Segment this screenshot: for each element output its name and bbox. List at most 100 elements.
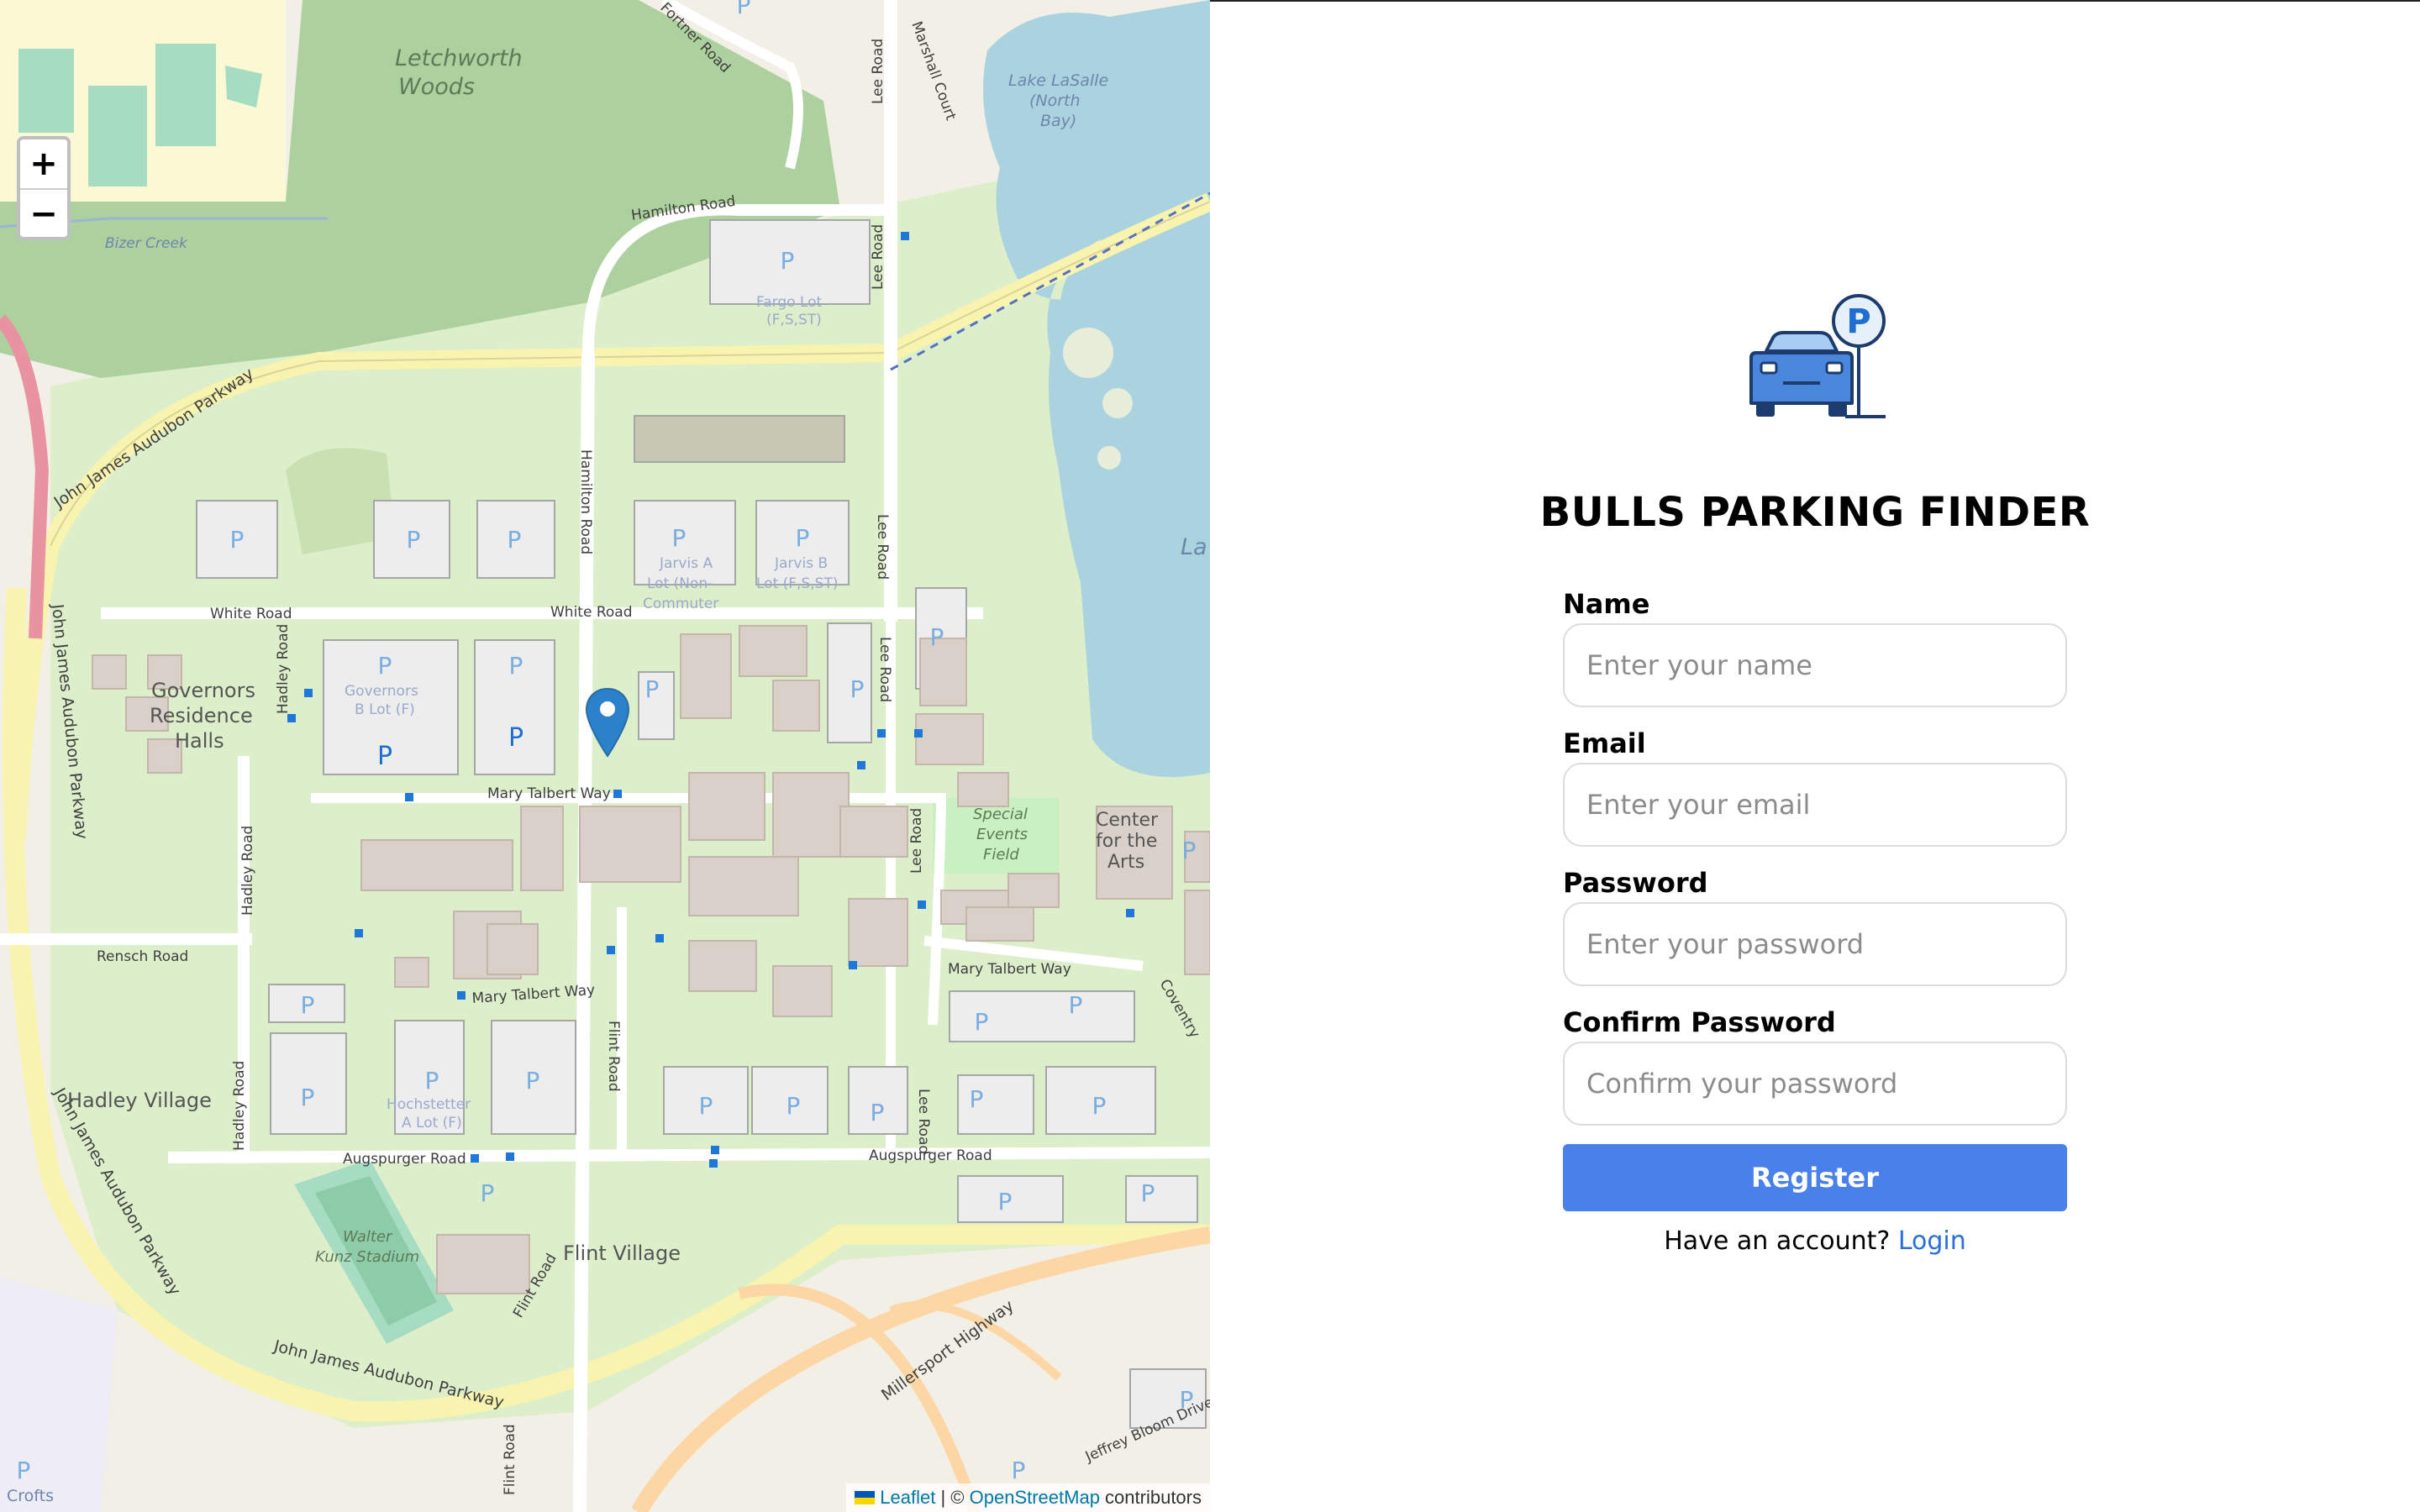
name-input[interactable]	[1563, 623, 2067, 707]
map-label: for the	[1096, 831, 1157, 852]
parking-symbol: P	[377, 742, 392, 771]
name-label: Name	[1563, 588, 1650, 620]
map-label: White Road	[550, 604, 633, 621]
parking-symbol: P	[781, 247, 795, 275]
parking-symbol: P	[786, 1092, 801, 1120]
map-label: Bizer Creek	[105, 235, 188, 252]
have-account-text: Have an account?	[1664, 1226, 1898, 1256]
app-title: BULLS PARKING FINDER	[1539, 489, 2091, 536]
map-label: Field	[983, 846, 1019, 864]
map-label: Lot (Non-	[647, 575, 713, 592]
attribution-separator: | ©	[935, 1487, 970, 1508]
map-label: Lee Road	[870, 224, 886, 290]
register-button[interactable]: Register	[1563, 1144, 2067, 1211]
email-input[interactable]	[1563, 763, 2067, 847]
map-label: Hadley Road	[231, 1061, 248, 1151]
map-label: Residence	[150, 704, 253, 727]
parking-symbol: P	[1141, 1179, 1155, 1207]
parking-symbol: P	[378, 652, 392, 680]
map-label: Events	[976, 826, 1028, 843]
parking-symbol: P	[970, 1085, 984, 1113]
map-label: Arts	[1107, 852, 1144, 873]
parking-symbol: P	[425, 1067, 439, 1095]
parking-symbol: P	[1092, 1092, 1107, 1120]
parking-symbol: P	[699, 1092, 713, 1120]
map-label: Lake LaSalle	[1008, 71, 1108, 90]
map-label: Bay)	[1040, 112, 1076, 130]
parking-car-logo-icon: P	[1749, 294, 1886, 418]
map-attribution: Leaflet | © OpenStreetMap contributors	[846, 1483, 1210, 1512]
map-label: Governors	[345, 683, 418, 700]
map-label: Lee Road	[874, 514, 891, 580]
login-prompt: Have an account? Login	[1563, 1226, 2067, 1256]
map-label: Lee Road	[908, 808, 925, 874]
map-label: Hochstetter	[387, 1096, 471, 1113]
parking-symbol: P	[737, 0, 751, 19]
map-label: Hadley Road	[239, 826, 256, 916]
parking-symbol: P	[1069, 991, 1083, 1019]
map-label: Letchworth	[395, 45, 523, 71]
map-label: Augspurger Road	[869, 1147, 992, 1164]
map-label: Jarvis B	[774, 555, 828, 572]
campus-map[interactable]: Letchworth Woods Bizer Creek Hamilton Ro…	[0, 0, 1210, 1512]
parking-symbol: P	[796, 524, 810, 552]
openstreetmap-link[interactable]: OpenStreetMap	[970, 1487, 1100, 1508]
zoom-out-button[interactable]: −	[20, 188, 67, 237]
map-marker-icon[interactable]	[585, 687, 630, 758]
map-label: Hadley Road	[275, 624, 292, 714]
map-label: Walter	[343, 1228, 393, 1246]
parking-symbol: P	[508, 723, 523, 753]
map-label: (F,S,ST)	[766, 312, 822, 328]
password-input[interactable]	[1563, 902, 2067, 986]
map-label: Hadley Village	[67, 1089, 212, 1112]
parking-symbol: P	[481, 1179, 495, 1207]
ukraine-flag-icon	[855, 1491, 876, 1504]
map-label: A Lot (F)	[402, 1115, 462, 1131]
map-label: Mary Talbert Way	[948, 961, 1071, 978]
zoom-in-button[interactable]: +	[20, 139, 67, 188]
map-label: Flint Village	[563, 1242, 681, 1265]
map-label: Special	[973, 806, 1028, 823]
map-label: Center	[1096, 810, 1159, 831]
map-label: Lee Road	[876, 637, 893, 702]
map-label: Hamilton Road	[577, 449, 594, 554]
map-label: Mary Talbert Way	[487, 785, 611, 802]
parking-symbol: P	[526, 1067, 540, 1095]
map-label: Rensch Road	[97, 948, 188, 965]
parking-symbol: P	[230, 526, 245, 554]
map-label: B Lot (F)	[355, 701, 415, 718]
confirm-password-input[interactable]	[1563, 1042, 2067, 1126]
parking-symbol: P	[998, 1188, 1013, 1215]
map-label: Halls	[175, 729, 224, 753]
parking-symbol: P	[645, 675, 660, 703]
parking-symbol: P	[672, 524, 687, 552]
login-link[interactable]: Login	[1898, 1226, 1966, 1256]
leaflet-link[interactable]: Leaflet	[880, 1487, 935, 1508]
register-form: Name Email Password Confirm Password Reg…	[1563, 586, 2067, 1256]
map-label: Flint Road	[605, 1021, 622, 1092]
parking-symbol: P	[509, 652, 523, 680]
map-label: Woods	[398, 74, 475, 100]
attribution-suffix: contributors	[1099, 1487, 1202, 1508]
map-label: Jarvis A	[659, 555, 713, 572]
map-label: White Road	[210, 606, 292, 622]
map-label: (North	[1029, 92, 1081, 110]
map-label: Governors	[151, 679, 255, 702]
map-label: Flint Road	[502, 1424, 518, 1495]
map-label: Kunz Stadium	[315, 1248, 419, 1266]
parking-symbol: P	[871, 1099, 885, 1126]
map-label: Crofts	[7, 1487, 54, 1505]
map-label: Commuter	[643, 596, 718, 612]
map-label: La	[1181, 534, 1207, 560]
parking-symbol: P	[1180, 1386, 1194, 1414]
parking-symbol: P	[1182, 837, 1197, 864]
parking-symbol: P	[930, 623, 944, 651]
parking-symbol: P	[850, 675, 865, 703]
parking-symbol: P	[301, 1084, 315, 1111]
parking-symbol: P	[975, 1008, 989, 1036]
parking-symbol: P	[301, 991, 315, 1019]
register-panel: P BULLS PARKING FINDER Name Email Passwo…	[1210, 0, 2420, 1512]
zoom-control: + −	[17, 136, 71, 240]
map-label: Fargo Lot	[756, 294, 822, 311]
password-label: Password	[1563, 867, 1708, 899]
